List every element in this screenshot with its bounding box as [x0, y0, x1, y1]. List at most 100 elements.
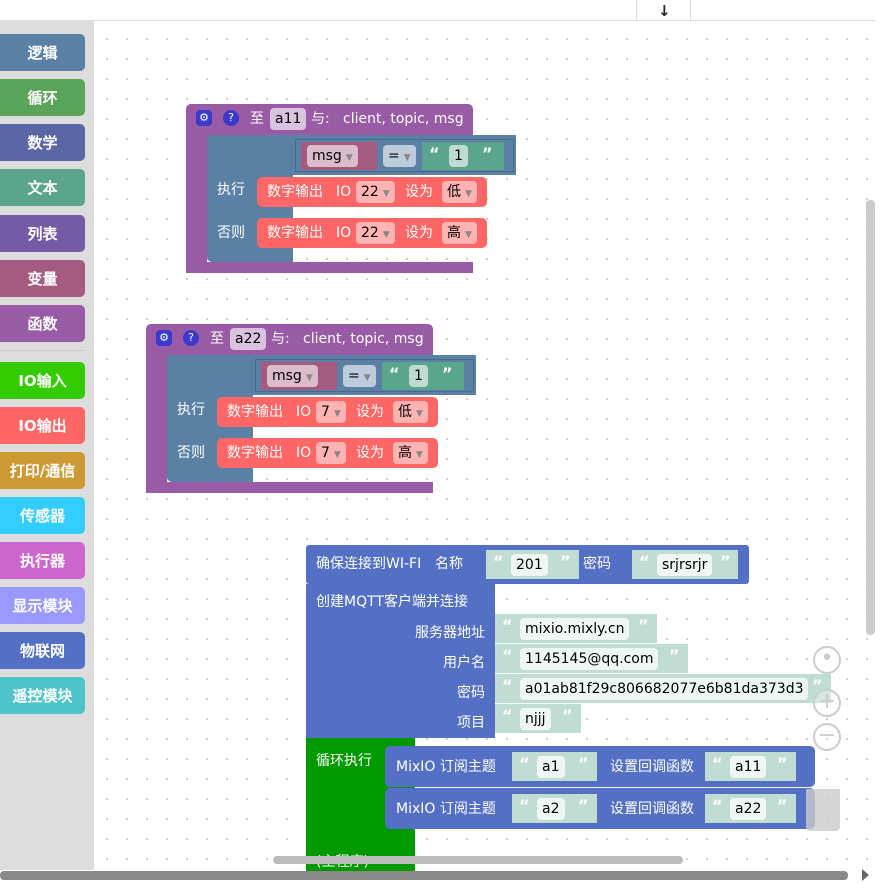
category-10[interactable]: 传感器 [0, 497, 85, 534]
wifi-pwd-label: 密码 [583, 556, 611, 572]
help-icon[interactable]: ? [223, 110, 239, 126]
quote-close: ” [777, 796, 788, 815]
horizontal-scrollbar[interactable] [273, 856, 683, 864]
quote-close: ” [638, 616, 649, 635]
procedure-name-field[interactable]: a22 [230, 328, 267, 350]
page-horizontal-scrollbar[interactable] [0, 871, 848, 880]
set-label: 设为 [356, 404, 384, 420]
download-button[interactable]: ↓ [636, 0, 691, 21]
server-field[interactable]: mixio.mixly.cn [520, 618, 630, 640]
category-4[interactable]: 列表 [0, 215, 85, 252]
category-5[interactable]: 变量 [0, 260, 85, 297]
digital-output-block[interactable]: 数字输出 IO 7 ▼ 设为 高 ▼ [217, 438, 438, 468]
else-label: 否则 [177, 445, 205, 461]
recenter-icon[interactable]: • [813, 646, 841, 674]
variable-dropdown[interactable]: msg ▼ [307, 145, 358, 167]
category-9[interactable]: 打印/通信 [0, 452, 85, 489]
gear-icon[interactable]: ⚙ [156, 330, 172, 346]
text-block[interactable]: “ 1 ” [382, 362, 464, 390]
topic-field[interactable]: a1 [537, 756, 565, 778]
value-field[interactable]: 1 [449, 145, 468, 167]
loop-label: 循环执行 [316, 753, 372, 769]
wifi-connect-block[interactable]: 确保连接到WI-FI 名称 “ 201 ” 密码 “ srjrsrjr ” [306, 545, 749, 584]
variable-block[interactable]: msg ▼ [261, 362, 337, 390]
procedure-block[interactable]: ⚙ ? 至 a11 与: client, topic, msg ⚙ 如果 执行 … [186, 104, 516, 273]
category-14[interactable]: 遥控模块 [0, 677, 85, 714]
digital-output-block[interactable]: 数字输出 IO 22 ▼ 设为 低 ▼ [257, 177, 487, 207]
callback-field[interactable]: a22 [730, 798, 767, 820]
category-3[interactable]: 文本 [0, 169, 85, 206]
project-field[interactable]: njjj [520, 708, 551, 730]
mqtt-pwd-field[interactable]: a01ab81f29c806682077e6b81da373d3 [520, 678, 809, 700]
scroll-right-icon[interactable] [862, 869, 869, 881]
category-12[interactable]: 显示模块 [0, 587, 85, 624]
gear-icon[interactable]: ⚙ [196, 110, 212, 126]
callback-field[interactable]: a11 [730, 756, 767, 778]
callback-string-block[interactable]: “ a22 ” [705, 794, 796, 823]
category-2[interactable]: 数学 [0, 124, 85, 161]
help-icon[interactable]: ? [183, 330, 199, 346]
level-dropdown[interactable]: 低 ▼ [442, 181, 477, 203]
category-1[interactable]: 循环 [0, 79, 85, 116]
operator-dropdown[interactable]: = ▼ [343, 365, 376, 387]
zoom-out-icon[interactable]: − [813, 723, 841, 751]
trash-icon[interactable] [806, 789, 840, 831]
mixio-subscribe-block[interactable]: MixIO 订阅主题 “ a2 ” 设置回调函数 “ a22 ” [385, 788, 815, 829]
server-string-block[interactable]: “ mixio.mixly.cn ” [495, 614, 657, 643]
category-8[interactable]: IO输出 [0, 407, 85, 444]
wifi-pwd-string-block[interactable]: “ srjrsrjr ” [632, 550, 738, 579]
quote-close: ” [578, 796, 589, 815]
user-label: 用户名 [443, 655, 485, 671]
compare-block[interactable]: msg ▼ = ▼ “ 1 ” [295, 139, 514, 172]
ssid-field[interactable]: 201 [511, 554, 548, 576]
io-label: IO [336, 225, 352, 241]
vertical-scrollbar[interactable] [866, 200, 875, 635]
category-11[interactable]: 执行器 [0, 542, 85, 579]
digital-output-block[interactable]: 数字输出 IO 7 ▼ 设为 低 ▼ [217, 397, 438, 427]
user-field[interactable]: 1145145@qq.com [520, 648, 659, 670]
quote-close: ” [578, 754, 589, 773]
variable-dropdown[interactable]: msg ▼ [267, 365, 318, 387]
category-7[interactable]: IO输入 [0, 362, 85, 399]
value-field[interactable]: 1 [409, 365, 428, 387]
quote-open: “ [493, 552, 504, 571]
mqtt-pwd-string-block[interactable]: “a01ab81f29c806682077e6b81da373d3” [495, 674, 831, 703]
pin-dropdown[interactable]: 7 ▼ [316, 401, 346, 423]
set-label: 设为 [356, 445, 384, 461]
project-label: 项目 [457, 715, 485, 731]
pin-dropdown[interactable]: 7 ▼ [316, 442, 346, 464]
quote-open: “ [429, 144, 440, 163]
pin-dropdown[interactable]: 22 ▼ [356, 222, 395, 244]
procedure-name-field[interactable]: a11 [270, 108, 307, 130]
topic-string-block[interactable]: “ a2 ” [512, 794, 597, 823]
user-string-block[interactable]: “ 1145145@qq.com ” [495, 644, 688, 673]
category-0[interactable]: 逻辑 [0, 34, 85, 71]
quote-open: “ [519, 754, 530, 773]
procedure-block[interactable]: ⚙ ? 至 a22 与: client, topic, msg ⚙ 如果 执行 … [146, 324, 476, 493]
compare-block[interactable]: msg ▼ = ▼ “ 1 ” [255, 359, 474, 392]
category-6[interactable]: 函数 [0, 305, 85, 342]
mixio-subscribe-block[interactable]: MixIO 订阅主题 “ a1 ” 设置回调函数 “ a11 ” [385, 746, 815, 787]
wifi-name-label: 名称 [435, 556, 463, 572]
operator-dropdown[interactable]: = ▼ [383, 145, 416, 167]
variable-block[interactable]: msg ▼ [301, 142, 377, 170]
topic-string-block[interactable]: “ a1 ” [512, 752, 597, 781]
project-string-block[interactable]: “ njjj ” [495, 704, 581, 733]
wifi-pwd-field[interactable]: srjrsrjr [657, 554, 713, 576]
topic-field[interactable]: a2 [537, 798, 565, 820]
level-dropdown[interactable]: 高 ▼ [393, 442, 428, 464]
io-label: IO [336, 184, 352, 200]
quote-open: “ [502, 616, 513, 635]
level-dropdown[interactable]: 高 ▼ [442, 222, 477, 244]
category-13[interactable]: 物联网 [0, 632, 85, 669]
pin-dropdown[interactable]: 22 ▼ [356, 181, 395, 203]
digital-output-block[interactable]: 数字输出 IO 22 ▼ 设为 高 ▼ [257, 218, 487, 248]
mqtt-connect-block[interactable]: 创建MQTT客户端并连接 服务器地址 用户名 密码 项目 [306, 584, 495, 738]
text-block[interactable]: “ 1 ” [422, 142, 504, 170]
ssid-string-block[interactable]: “ 201 ” [486, 550, 579, 579]
level-dropdown[interactable]: 低 ▼ [393, 401, 428, 423]
quote-close: ” [669, 646, 680, 665]
callback-string-block[interactable]: “ a11 ” [705, 752, 796, 781]
workspace[interactable]: ⚙ ? 至 a11 与: client, topic, msg ⚙ 如果 执行 … [94, 21, 876, 872]
zoom-in-icon[interactable]: + [813, 689, 841, 717]
